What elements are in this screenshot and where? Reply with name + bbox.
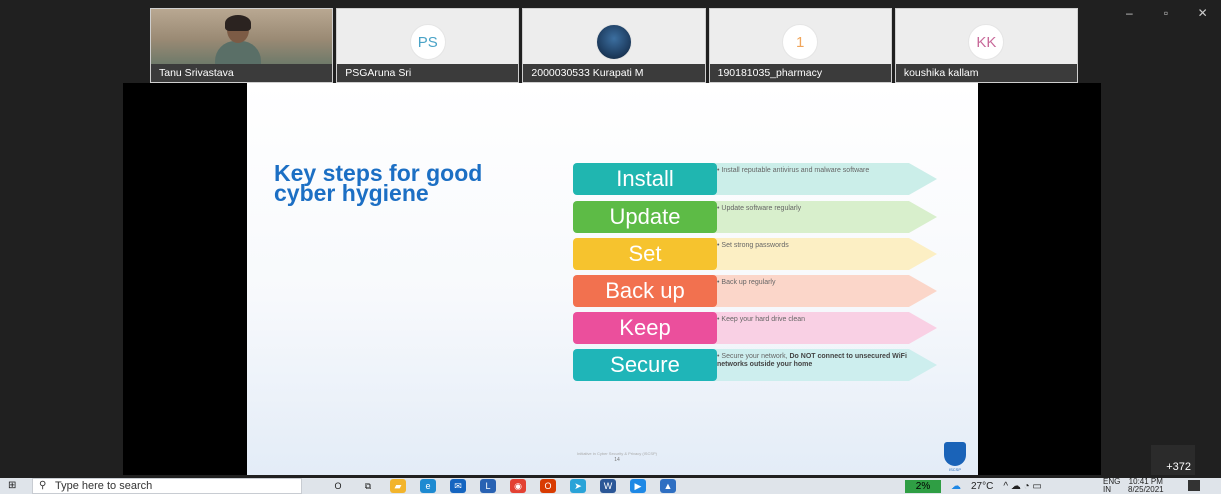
- screen-share-area: Key steps for good cyber hygiene Install…: [123, 83, 1101, 475]
- restore-button[interactable]: ▫: [1151, 6, 1181, 26]
- step-label: Update: [573, 201, 717, 233]
- step-description: • Secure your network, Do NOT connect to…: [717, 353, 907, 368]
- step-label: Keep: [573, 312, 717, 344]
- taskbar-clock[interactable]: 10:41 PM 8/25/2021: [1128, 478, 1164, 494]
- step-back-up: Back up • Back up regularly: [573, 275, 937, 307]
- slide-footer: Initiative in Cyber Security & Privacy (…: [547, 451, 687, 463]
- file-explorer-icon[interactable]: ▰: [390, 479, 406, 493]
- task-view-icon[interactable]: ⧉: [360, 479, 376, 493]
- participant-avatar: KK: [968, 24, 1005, 60]
- region-code: IN: [1103, 485, 1111, 494]
- clock-date: 8/25/2021: [1128, 485, 1164, 494]
- logo-text: ISCSP: [948, 467, 961, 472]
- participant-tile[interactable]: KK koushika kallam: [894, 8, 1079, 83]
- step-update: Update • Update software regularly: [573, 201, 937, 233]
- meeting-app-icon[interactable]: ▶: [630, 479, 646, 493]
- battery-indicator[interactable]: 2%: [905, 479, 941, 493]
- telegram-icon[interactable]: ➤: [570, 479, 586, 493]
- step-description: • Set strong passwords: [717, 242, 789, 249]
- windows-taskbar: ⊞ ⚲ Type here to search O ⧉ ▰ e ✉ L ◉ O ➤ W ▶ ▲ 2% …: [0, 478, 1221, 494]
- notification-icon[interactable]: [1188, 480, 1200, 491]
- slide-page-number: 14: [614, 457, 620, 463]
- participant-name: Tanu Srivastava: [151, 64, 333, 82]
- minimize-button[interactable]: –: [1114, 6, 1144, 26]
- participant-avatar: 1: [782, 24, 819, 60]
- step-keep: Keep • Keep your hard drive clean: [573, 312, 937, 344]
- teams-icon[interactable]: L: [480, 479, 496, 493]
- presentation-slide: Key steps for good cyber hygiene Install…: [247, 83, 978, 475]
- participant-name: PSGAruna Sri: [337, 64, 519, 82]
- photos-icon[interactable]: ▲: [660, 479, 676, 493]
- step-label: Back up: [573, 275, 717, 307]
- slide-title: Key steps for good cyber hygiene: [274, 160, 483, 206]
- window-controls: – ▫ ✕: [1111, 6, 1221, 26]
- more-participants-button[interactable]: +372: [1151, 445, 1195, 475]
- word-icon[interactable]: W: [600, 479, 616, 493]
- taskbar-search-box[interactable]: ⚲ Type here to search: [32, 478, 302, 494]
- windows-start-icon[interactable]: ⊞: [8, 480, 20, 492]
- participant-tile[interactable]: 1 190181035_pharmacy: [708, 8, 892, 83]
- search-placeholder: Type here to search: [55, 480, 153, 492]
- step-label: Secure: [573, 349, 717, 381]
- participant-strip: Tanu Srivastava PS PSGAruna Sri 20000305…: [150, 8, 1079, 83]
- weather-temp[interactable]: 27°C: [971, 481, 993, 492]
- participant-avatar-photo: [596, 24, 632, 60]
- participant-tile[interactable]: PS PSGAruna Sri: [336, 8, 520, 83]
- chrome-icon[interactable]: ◉: [510, 479, 526, 493]
- desktop-screen: Tanu Srivastava PS PSGAruna Sri 20000305…: [0, 0, 1221, 494]
- step-secure: Secure • Secure your network, Do NOT con…: [573, 349, 937, 381]
- language-indicator[interactable]: ENG IN: [1103, 478, 1120, 494]
- step-description: • Update software regularly: [717, 205, 802, 212]
- step-label: Set: [573, 238, 717, 270]
- step-install: Install • Install reputable antivirus an…: [573, 163, 937, 195]
- shield-logo-icon: [944, 442, 966, 466]
- system-tray: 2% ☁ 27°C ^ ☁ ◔ ▭: [905, 479, 1042, 493]
- step-description: • Install reputable antivirus and malwar…: [717, 167, 870, 174]
- cortana-icon[interactable]: O: [330, 479, 346, 493]
- participant-tile-video[interactable]: Tanu Srivastava: [150, 8, 334, 83]
- weather-icon: ☁: [951, 480, 961, 492]
- close-button[interactable]: ✕: [1188, 6, 1218, 26]
- participant-name: 190181035_pharmacy: [709, 64, 891, 82]
- step-label: Install: [573, 163, 717, 195]
- participant-tile[interactable]: 2000030533 Kurapati M: [522, 8, 706, 83]
- person-silhouette: [214, 15, 261, 69]
- edge-icon[interactable]: e: [420, 479, 436, 493]
- office-icon[interactable]: O: [540, 479, 556, 493]
- step-set: Set • Set strong passwords: [573, 238, 937, 270]
- participant-video: [151, 9, 333, 69]
- step-description: • Keep your hard drive clean: [717, 316, 806, 323]
- step-description: • Back up regularly: [717, 279, 776, 286]
- tray-icons[interactable]: ^ ☁ ◔ ▭: [1003, 481, 1042, 492]
- mail-icon[interactable]: ✉: [450, 479, 466, 493]
- participant-avatar: PS: [409, 24, 446, 60]
- participant-name: koushika kallam: [895, 64, 1078, 82]
- taskbar-app-icons: O ⧉ ▰ e ✉ L ◉ O ➤ W ▶ ▲: [330, 479, 676, 493]
- search-icon: ⚲: [39, 480, 47, 491]
- participant-name: 2000030533 Kurapati M: [523, 64, 705, 82]
